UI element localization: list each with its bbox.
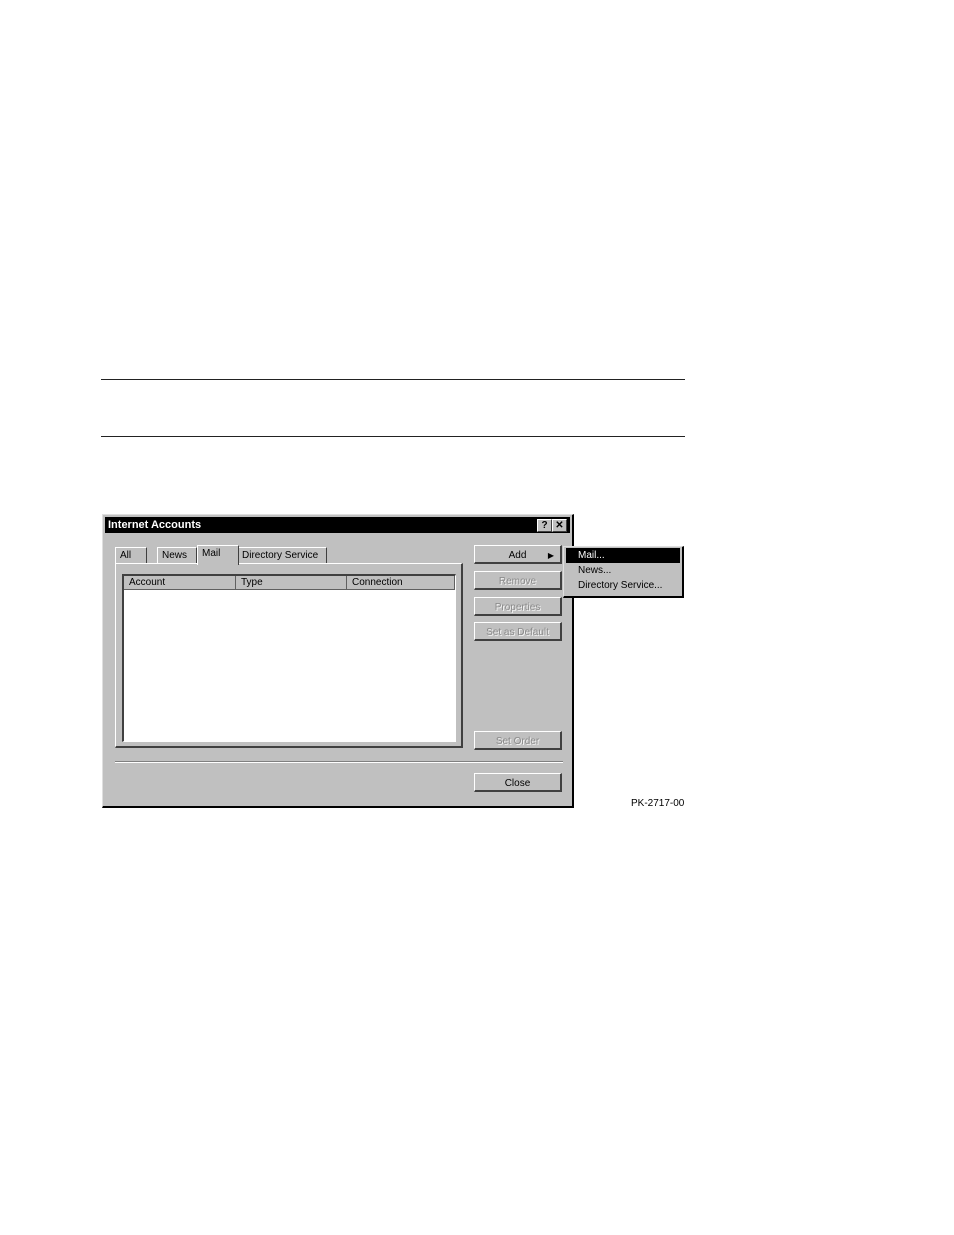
add-button-label: Add xyxy=(508,550,527,561)
tab-news[interactable]: News xyxy=(157,547,197,564)
column-header-type[interactable]: Type xyxy=(236,576,347,590)
tab-label: Directory Service xyxy=(242,550,319,561)
accounts-list[interactable]: Account Type Connection xyxy=(122,574,456,742)
column-label: Account xyxy=(129,577,166,588)
close-button[interactable]: Close xyxy=(474,773,562,792)
close-window-button[interactable]: ✕ xyxy=(552,519,567,532)
top-rule xyxy=(101,379,685,380)
tab-directory-service[interactable]: Directory Service xyxy=(237,547,327,564)
column-header-connection[interactable]: Connection xyxy=(347,576,455,590)
remove-button[interactable]: Remove xyxy=(474,571,562,590)
add-button[interactable]: Add ▶ xyxy=(474,545,562,564)
menu-item-directory-service[interactable]: Directory Service... xyxy=(566,578,680,593)
set-as-default-button[interactable]: Set as Default xyxy=(474,622,562,641)
submenu-arrow-icon: ▶ xyxy=(547,551,554,560)
title-bar[interactable]: Internet Accounts ? ✕ xyxy=(105,517,570,533)
column-label: Type xyxy=(241,577,263,588)
column-label: Connection xyxy=(352,577,403,588)
tab-label: Mail xyxy=(202,548,221,559)
figure-label: PK-2717-00 xyxy=(631,798,685,809)
menu-item-label: Directory Service... xyxy=(578,580,663,591)
remove-button-label: Remove xyxy=(498,576,537,587)
tab-all[interactable]: All xyxy=(115,547,147,564)
help-button[interactable]: ? xyxy=(537,519,552,532)
menu-item-label: Mail... xyxy=(578,550,605,561)
help-icon: ? xyxy=(541,520,548,531)
tab-panel: Account Type Connection xyxy=(115,563,463,748)
menu-item-news[interactable]: News... xyxy=(566,563,680,578)
column-header-account[interactable]: Account xyxy=(124,576,236,590)
set-as-default-button-label: Set as Default xyxy=(486,627,549,638)
internet-accounts-dialog: Internet Accounts ? ✕ All News Mail Dire… xyxy=(102,514,574,808)
dialog-separator xyxy=(115,761,563,763)
add-submenu: Mail... News... Directory Service... xyxy=(563,546,684,598)
set-order-button[interactable]: Set Order xyxy=(474,731,562,750)
dialog-title: Internet Accounts xyxy=(108,519,202,531)
menu-item-label: News... xyxy=(578,565,612,576)
close-button-label: Close xyxy=(504,778,531,789)
tab-label: News xyxy=(162,550,188,561)
properties-button[interactable]: Properties xyxy=(474,597,562,616)
tab-label: All xyxy=(120,550,132,561)
menu-item-mail[interactable]: Mail... xyxy=(566,548,680,563)
properties-button-label: Properties xyxy=(494,602,541,613)
close-icon: ✕ xyxy=(555,520,564,531)
tab-mail[interactable]: Mail xyxy=(197,545,239,565)
set-order-button-label: Set Order xyxy=(495,736,540,747)
bottom-rule xyxy=(101,436,685,437)
